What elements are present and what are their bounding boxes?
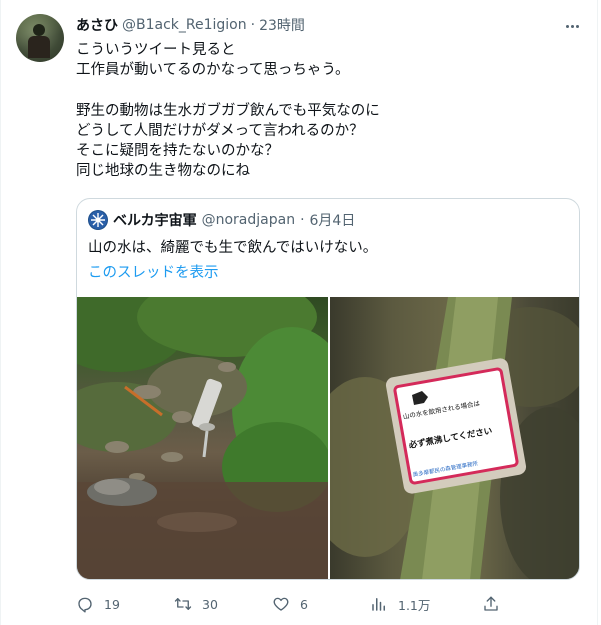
quoted-text: 山の水は、綺麗でも生で飲んではいけない。: [88, 240, 378, 256]
quoted-avatar-emblem: [89, 211, 107, 229]
quoted-avatar[interactable]: [88, 210, 108, 230]
tweet-line: そこに疑問を持たないのかな？: [76, 142, 279, 159]
reply-count: 19: [104, 596, 120, 612]
tweet-line: どうして人間だけがダメって言われるのか？: [76, 122, 364, 139]
quoted-image-tree-sign[interactable]: 山の水を飲用される場合は 必ず煮沸してください 奥多摩都民の森管理事務所: [330, 297, 579, 579]
show-thread-link[interactable]: このスレッドを表示: [88, 261, 219, 282]
view-count: 1.1万: [398, 597, 431, 613]
stream-pipe-illustration: [77, 297, 328, 579]
action-bar: 19 30 6 1.1万: [76, 594, 516, 614]
meta-separator: ·: [250, 17, 256, 33]
like-button[interactable]: 6: [272, 594, 308, 614]
quoted-image-stream-pipe[interactable]: [77, 297, 328, 579]
quoted-handle[interactable]: @noradjapan: [202, 212, 295, 228]
avatar-body: [28, 36, 50, 58]
reply-icon: [78, 597, 92, 613]
more-dot: [575, 24, 579, 28]
author-handle[interactable]: @B1ack_Re1igion: [122, 17, 247, 33]
share-button[interactable]: [482, 594, 510, 614]
tweet-line: 工作員が動いてるのかなって思っちゃう。: [76, 62, 350, 79]
tweet-line: こういうツイート見ると: [76, 42, 236, 58]
avatar-head: [33, 24, 45, 36]
more-dot: [565, 24, 569, 28]
frame-border-left: [0, 0, 1, 625]
tweet-line: 野生の動物は生水ガブガブ飲んでも平気なのに: [76, 102, 380, 119]
more-icon[interactable]: [560, 14, 584, 38]
quoted-date[interactable]: 6月4日: [310, 210, 356, 230]
retweet-icon: [174, 598, 192, 610]
like-icon: [273, 597, 289, 611]
retweet-button[interactable]: 30: [174, 594, 218, 614]
share-icon: [484, 596, 498, 611]
quoted-author-name[interactable]: ベルカ宇宙軍: [113, 210, 197, 230]
views-icon: [372, 598, 385, 611]
reply-button[interactable]: 19: [76, 594, 120, 614]
tweet-line: [76, 80, 586, 100]
tweet-text: こういうツイート見ると 工作員が動いてるのかなって思っちゃう。 野生の動物は生水…: [76, 40, 586, 181]
author-name[interactable]: あさひ: [76, 15, 118, 35]
tweet-header: あさひ @B1ack_Re1igion · 23時間: [76, 15, 305, 35]
more-dot: [570, 24, 574, 28]
frame-border-right: [597, 0, 598, 625]
quoted-tweet[interactable]: ベルカ宇宙軍 @noradjapan · 6月4日 山の水は、綺麗でも生で飲んで…: [76, 198, 580, 580]
author-avatar[interactable]: [16, 14, 64, 62]
tweet-line: 同じ地球の生き物なのにね: [76, 163, 250, 180]
views-button[interactable]: 1.1万: [370, 594, 430, 614]
quoted-separator: ·: [300, 212, 305, 228]
retweet-count: 30: [202, 596, 218, 612]
tweet-time[interactable]: 23時間: [259, 15, 305, 35]
quoted-header: ベルカ宇宙軍 @noradjapan · 6月4日: [88, 210, 355, 230]
like-count: 6: [300, 596, 308, 612]
